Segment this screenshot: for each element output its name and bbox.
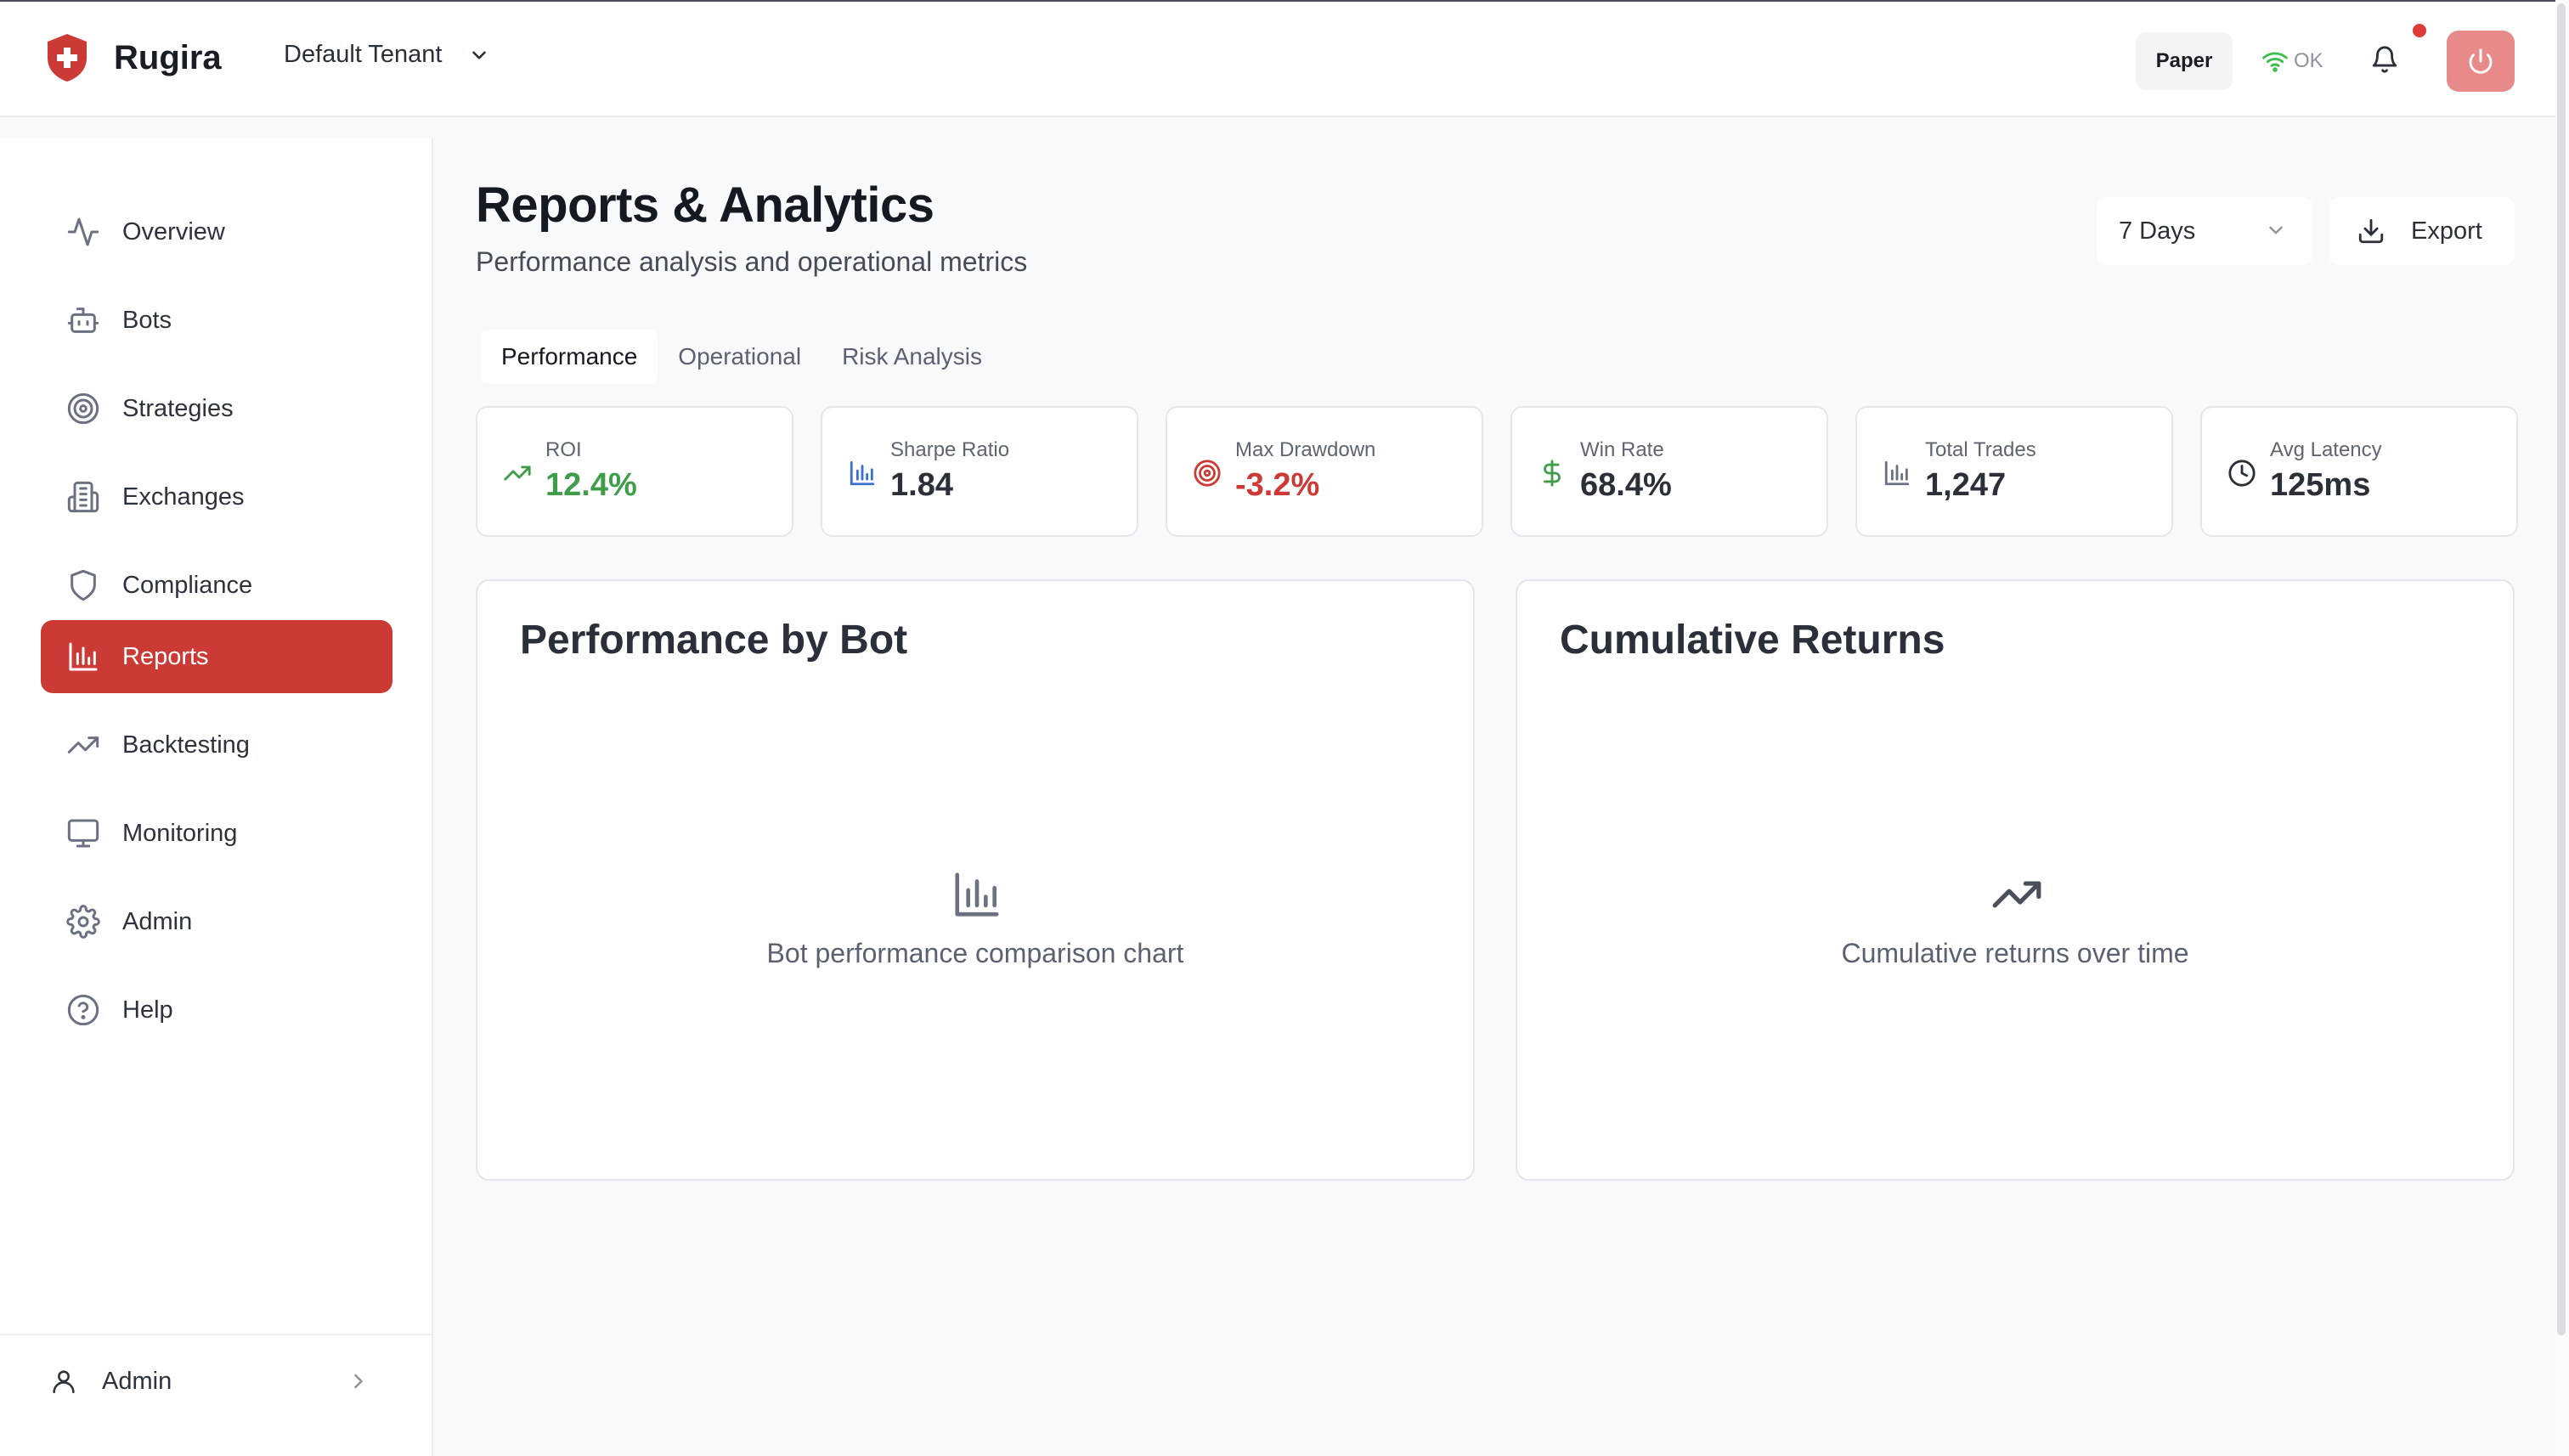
power-button[interactable] — [2447, 31, 2515, 92]
panel-placeholder-caption: Cumulative returns over time — [1841, 938, 2189, 968]
sidebar-item-label: Admin — [122, 907, 193, 935]
gear-icon — [66, 905, 100, 939]
kpi-value: 12.4% — [545, 467, 637, 503]
target-icon — [1194, 460, 1221, 487]
monitor-icon — [67, 819, 99, 848]
kpi-value: 68.4% — [1580, 467, 1672, 503]
kpi-value: 1,247 — [1925, 467, 2007, 503]
sidebar: Overview Bots Strategies Exchanges Compl… — [0, 138, 433, 1456]
tenant-selector[interactable]: Default Tenant — [284, 41, 490, 69]
report-tabs: Performance Operational Risk Analysis — [481, 330, 1002, 384]
bar-chart-icon — [1884, 460, 1910, 486]
bar-chart-icon — [69, 642, 98, 671]
kpi-label: Win Rate — [1580, 438, 1664, 461]
sidebar-item-label: Monitoring — [122, 819, 238, 847]
sidebar-item-admin[interactable]: Admin — [41, 885, 392, 958]
brand-name: Rugira — [114, 38, 222, 76]
brand[interactable]: Rugira — [44, 32, 222, 83]
sidebar-item-label: Bots — [122, 306, 172, 334]
power-icon — [2469, 48, 2493, 74]
panel-performance-by-bot: Performance by Bot Bot performance compa… — [476, 579, 1475, 1181]
scrollbar-thumb[interactable] — [2557, 3, 2566, 1335]
chevron-down-icon — [471, 50, 486, 59]
sidebar-item-overview[interactable]: Overview — [41, 195, 392, 268]
kpi-label: ROI — [545, 438, 582, 461]
clock-icon — [2228, 460, 2256, 487]
kpi-card-avg-latency: Avg Latency 125ms — [2200, 406, 2518, 537]
panel-cumulative-returns: Cumulative Returns Cumulative returns ov… — [1516, 579, 2515, 1181]
shield-icon — [71, 569, 96, 601]
tab-operational[interactable]: Operational — [658, 330, 822, 384]
sidebar-item-compliance[interactable]: Compliance — [41, 549, 392, 622]
date-range-select[interactable]: 7 Days — [2097, 197, 2312, 265]
sidebar-item-help[interactable]: Help — [41, 973, 392, 1047]
tenant-label: Default Tenant — [284, 41, 443, 68]
chevron-right-icon — [354, 1374, 363, 1389]
download-icon — [2358, 218, 2384, 244]
kpi-label: Total Trades — [1925, 438, 2036, 461]
wifi-icon — [2262, 52, 2288, 72]
kpi-label: Avg Latency — [2270, 438, 2382, 461]
kpi-label: Sharpe Ratio — [890, 438, 1010, 461]
top-bar: Rugira Default Tenant Paper OK — [0, 0, 2555, 117]
kpi-value: -3.2% — [1235, 467, 1320, 503]
trending-up-icon — [1992, 881, 2041, 908]
trading-mode-button[interactable]: Paper — [2136, 32, 2233, 90]
sidebar-item-label: Compliance — [122, 571, 253, 599]
kpi-card-max-drawdown: Max Drawdown -3.2% — [1166, 406, 1483, 537]
trending-up-icon — [504, 466, 531, 481]
sidebar-item-exchanges[interactable]: Exchanges — [41, 460, 392, 533]
kpi-card-win-rate: Win Rate 68.4% — [1510, 406, 1828, 537]
sidebar-item-strategies[interactable]: Strategies — [41, 372, 392, 445]
kpi-label: Max Drawdown — [1235, 438, 1376, 461]
kpi-value: 1.84 — [890, 467, 953, 503]
dollar-icon — [1544, 460, 1561, 487]
page-title: Reports & Analytics — [476, 178, 934, 233]
kpi-card-roi: ROI 12.4% — [476, 406, 793, 537]
bar-chart-icon — [850, 460, 875, 486]
export-button[interactable]: Export — [2329, 197, 2515, 265]
sidebar-item-label: Help — [122, 996, 173, 1024]
shield-plus-logo-icon — [48, 34, 87, 82]
kpi-card-total-trades: Total Trades 1,247 — [1855, 406, 2173, 537]
connection-status-label: OK — [2294, 49, 2323, 72]
user-menu-label: Admin — [102, 1367, 172, 1395]
panel-title: Cumulative Returns — [1560, 618, 1945, 663]
tab-risk-analysis[interactable]: Risk Analysis — [822, 330, 1002, 384]
user-menu[interactable]: Admin — [49, 1357, 389, 1405]
connection-status: OK — [2261, 48, 2323, 75]
sidebar-item-backtesting[interactable]: Backtesting — [41, 708, 392, 782]
help-circle-icon — [67, 994, 99, 1026]
kpi-value: 125ms — [2270, 467, 2371, 503]
notification-dot — [2413, 24, 2426, 37]
sidebar-item-reports[interactable]: Reports — [41, 620, 392, 693]
chevron-down-icon — [2269, 226, 2283, 234]
sidebar-item-label: Backtesting — [122, 731, 250, 759]
tab-performance[interactable]: Performance — [481, 330, 658, 384]
kpi-card-sharpe-ratio: Sharpe Ratio 1.84 — [821, 406, 1138, 537]
panel-title: Performance by Bot — [520, 618, 908, 663]
sidebar-item-label: Reports — [122, 642, 209, 670]
bot-icon — [67, 308, 99, 333]
sidebar-item-monitoring[interactable]: Monitoring — [41, 797, 392, 870]
bell-icon[interactable] — [2370, 44, 2399, 75]
sidebar-item-bots[interactable]: Bots — [41, 284, 392, 357]
export-label: Export — [2411, 217, 2482, 245]
trending-up-icon — [67, 736, 99, 753]
building-icon — [67, 481, 99, 513]
bar-chart-icon — [955, 872, 999, 917]
activity-icon — [67, 217, 99, 246]
panel-placeholder-caption: Bot performance comparison chart — [766, 938, 1184, 968]
target-icon — [67, 392, 99, 425]
sidebar-item-label: Overview — [122, 217, 225, 245]
date-range-value: 7 Days — [2119, 217, 2196, 245]
page-subtitle: Performance analysis and operational met… — [476, 246, 1028, 277]
sidebar-divider — [0, 1334, 432, 1335]
user-icon — [53, 1370, 75, 1394]
sidebar-item-label: Strategies — [122, 394, 234, 422]
sidebar-item-label: Exchanges — [122, 483, 245, 511]
